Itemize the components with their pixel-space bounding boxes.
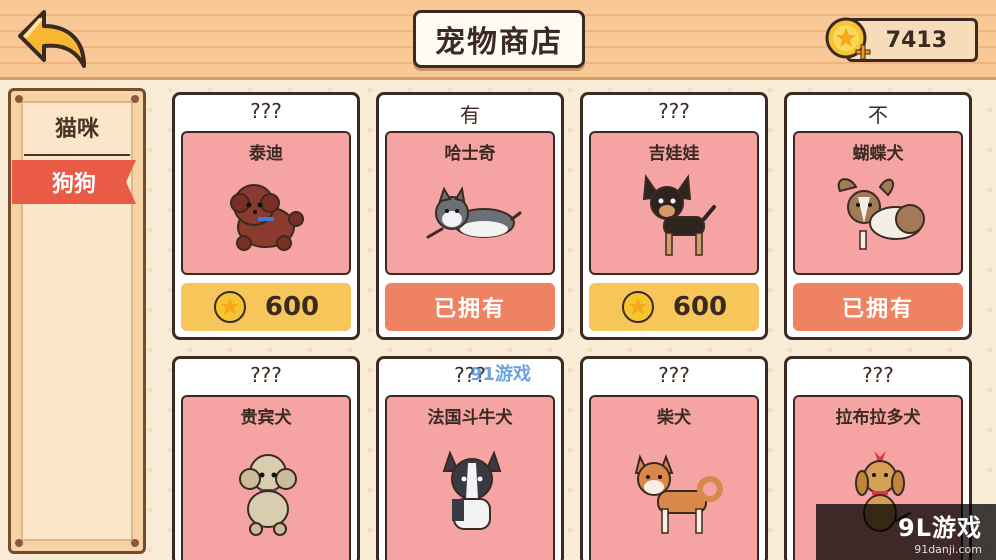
card-status: ??? bbox=[658, 363, 690, 387]
nail-icon bbox=[131, 539, 139, 547]
price-label: 已拥有 bbox=[433, 297, 506, 322]
pet-panel: 蝴蝶犬 bbox=[793, 131, 963, 275]
pet-card-poodle[interactable]: ??? 贵宾犬 bbox=[172, 356, 360, 560]
coin-icon bbox=[213, 291, 246, 323]
price-label: 600 bbox=[264, 292, 320, 322]
pet-card-chihuahua[interactable]: ??? 吉娃娃 600 bbox=[580, 92, 768, 340]
nail-icon bbox=[15, 95, 23, 103]
pet-card-teddy[interactable]: ??? 泰迪 600 bbox=[172, 92, 360, 340]
pet-name: 泰迪 bbox=[249, 144, 283, 164]
pet-name: 哈士奇 bbox=[444, 144, 496, 164]
watermark-corner-logo: 9L游戏 bbox=[898, 514, 982, 542]
papillon-dog-icon bbox=[837, 178, 925, 250]
french-bulldog-icon bbox=[442, 450, 502, 530]
tab-cats[interactable]: 猫咪 bbox=[24, 100, 130, 156]
card-status: ??? bbox=[454, 363, 486, 387]
buy-button[interactable]: 600 bbox=[589, 283, 759, 331]
pet-panel: 贵宾犬 bbox=[181, 395, 351, 560]
owned-button[interactable]: 已拥有 bbox=[385, 283, 555, 331]
card-status: 不 bbox=[868, 103, 888, 127]
owned-button[interactable]: 已拥有 bbox=[793, 283, 963, 331]
card-status: ??? bbox=[250, 99, 282, 123]
pet-panel: 哈士奇 bbox=[385, 131, 555, 275]
back-button[interactable] bbox=[14, 6, 92, 72]
pet-card-shiba[interactable]: ??? 柴犬 bbox=[580, 356, 768, 560]
nail-icon bbox=[131, 95, 139, 103]
card-status: 有 bbox=[460, 103, 480, 127]
pet-panel: 泰迪 bbox=[181, 131, 351, 275]
pet-name: 法国斗牛犬 bbox=[427, 408, 513, 428]
card-status: ??? bbox=[658, 99, 690, 123]
watermark-corner-url: 91danji.com bbox=[914, 543, 982, 556]
chihuahua-dog-icon bbox=[642, 174, 716, 256]
pet-card-husky[interactable]: 有 哈士奇 已拥有 bbox=[376, 92, 564, 340]
husky-dog-icon bbox=[426, 186, 522, 239]
back-arrow-icon bbox=[18, 10, 86, 68]
pet-name: 吉娃娃 bbox=[648, 144, 700, 164]
price-label: 已拥有 bbox=[841, 297, 914, 322]
pet-name: 贵宾犬 bbox=[240, 408, 292, 428]
coin-icon bbox=[621, 291, 654, 323]
poodle-dog-icon bbox=[239, 454, 297, 536]
category-sidebar bbox=[8, 88, 146, 554]
pet-panel: 吉娃娃 bbox=[589, 131, 759, 275]
add-coins-button[interactable] bbox=[824, 16, 872, 64]
pet-card-papillon[interactable]: 不 蝴蝶犬 已拥有 bbox=[784, 92, 972, 340]
card-status: ??? bbox=[250, 363, 282, 387]
nail-icon bbox=[15, 539, 23, 547]
coin-count: 7413 bbox=[885, 27, 947, 53]
page-title: 宠物商店 bbox=[413, 10, 585, 68]
pet-card-french-bulldog[interactable]: ??? 法国斗牛犬 bbox=[376, 356, 564, 560]
header-bar: 宠物商店 7413 bbox=[0, 0, 996, 80]
pet-name: 拉布拉多犬 bbox=[835, 408, 921, 428]
card-status: ??? bbox=[862, 363, 894, 387]
coin-plus-icon bbox=[825, 17, 871, 60]
pet-panel: 柴犬 bbox=[589, 395, 759, 560]
buy-button[interactable]: 600 bbox=[181, 283, 351, 331]
pet-name: 蝴蝶犬 bbox=[852, 144, 904, 164]
pet-name: 柴犬 bbox=[657, 408, 691, 428]
tab-dogs[interactable]: 狗狗 bbox=[12, 160, 136, 204]
pet-panel: 法国斗牛犬 bbox=[385, 395, 555, 560]
teddy-dog-icon bbox=[230, 184, 304, 251]
price-label: 600 bbox=[672, 292, 728, 322]
shiba-dog-icon bbox=[634, 454, 723, 534]
watermark-corner: 9L游戏 91danji.com bbox=[816, 504, 996, 560]
